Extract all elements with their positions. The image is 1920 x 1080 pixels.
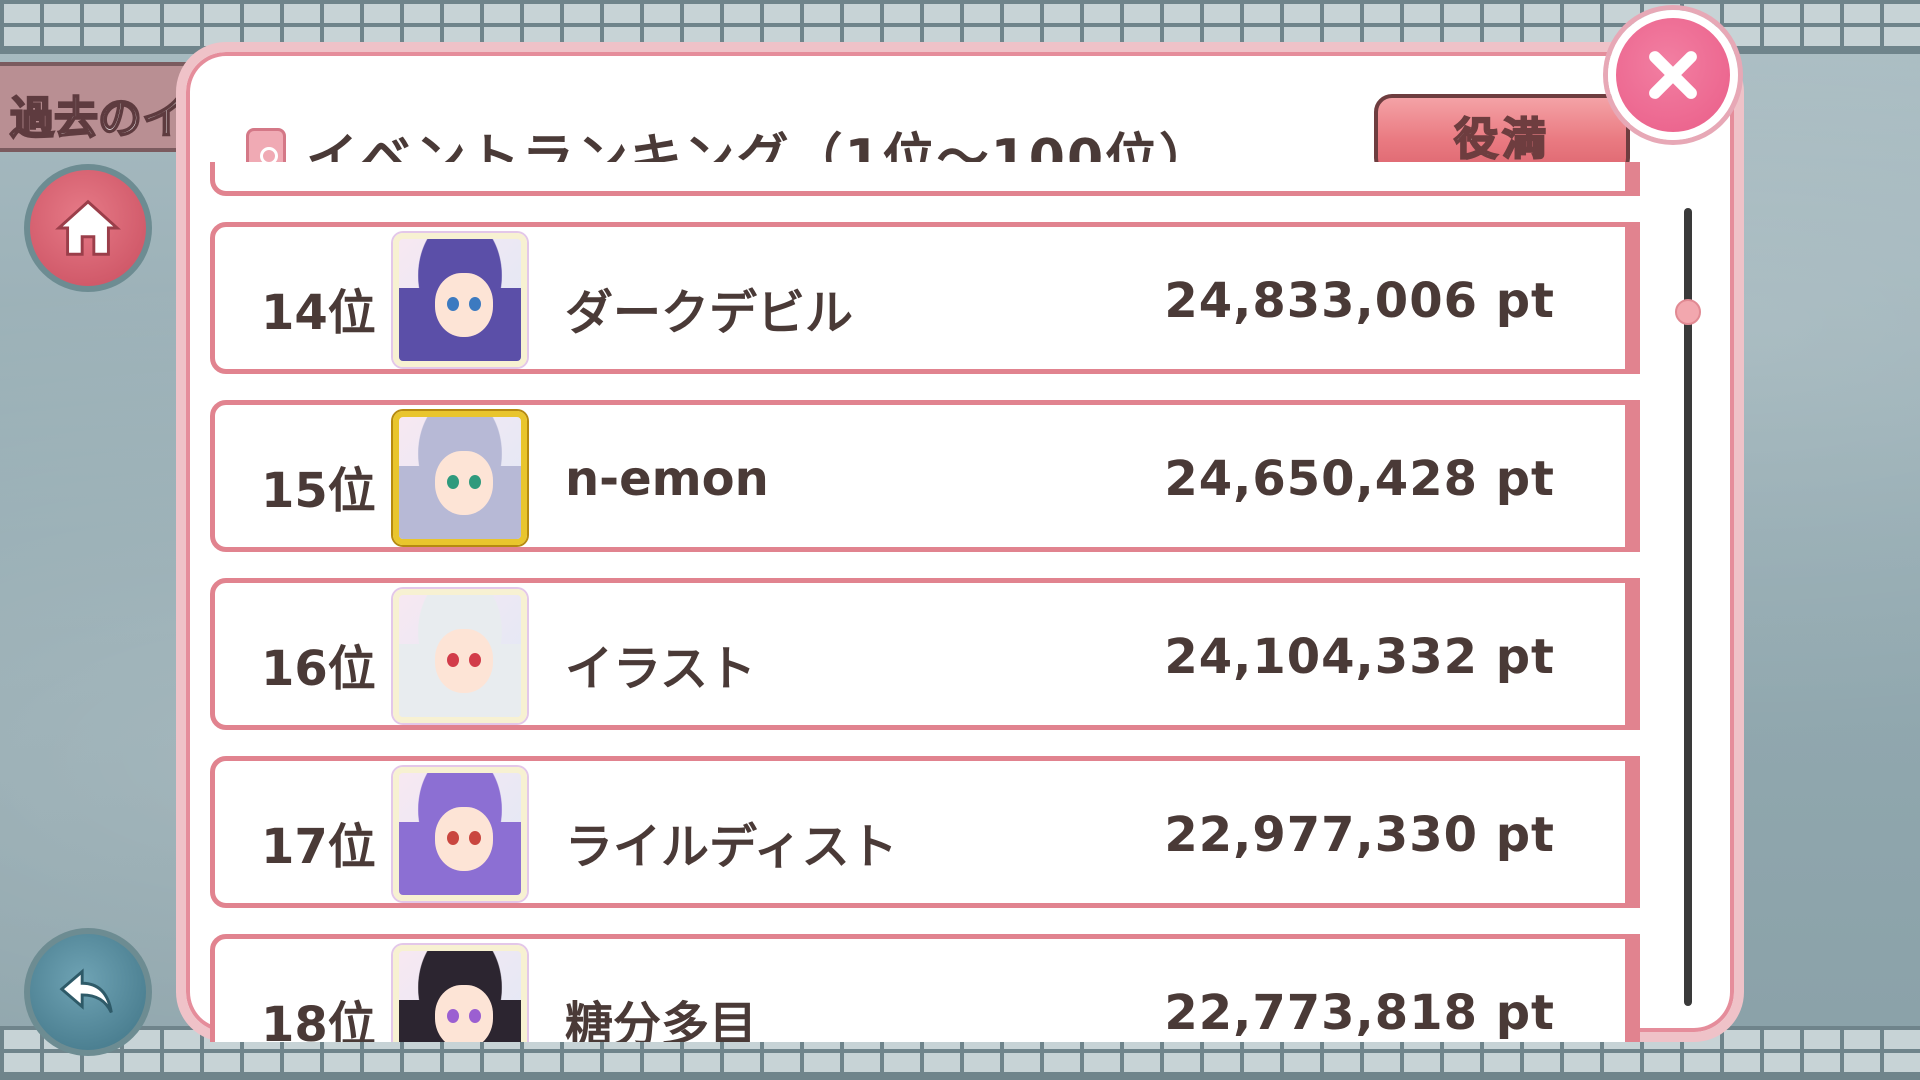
player-name: 糖分多目: [565, 997, 758, 1042]
player-score: 22,773,818 pt: [1164, 985, 1555, 1041]
table-row[interactable]: [210, 162, 1640, 196]
close-icon: [1649, 51, 1697, 99]
avatar: [393, 767, 527, 901]
close-button[interactable]: [1608, 10, 1738, 140]
home-button[interactable]: [24, 164, 152, 292]
scrollbar-thumb[interactable]: [1675, 298, 1701, 325]
table-row[interactable]: 18位 糖分多目 22,773,818 pt: [210, 934, 1640, 1042]
background-tab-label: 過去のイ: [9, 92, 187, 145]
avatar: [393, 411, 527, 545]
rank-label: 15位: [261, 463, 376, 519]
player-score: 22,977,330 pt: [1164, 807, 1555, 863]
player-score: 24,104,332 pt: [1164, 629, 1555, 685]
player-name: ダークデビル: [565, 285, 854, 341]
table-row[interactable]: 15位 n-emon 24,650,428 pt: [210, 400, 1640, 552]
table-row[interactable]: 14位 ダークデビル 24,833,006 pt: [210, 222, 1640, 374]
rank-label: 16位: [261, 641, 376, 697]
back-arrow-icon: [59, 968, 113, 1014]
player-name: イラスト: [565, 641, 757, 697]
modal-header: イベントランキング（1位〜100位） 役満: [246, 82, 1674, 191]
table-row[interactable]: 17位 ライルディスト 22,977,330 pt: [210, 756, 1640, 908]
player-name: n-emon: [565, 451, 769, 507]
ranking-modal: イベントランキング（1位〜100位） 役満 14位 ダークデビル 24,833,00…: [176, 42, 1744, 1042]
avatar: [393, 589, 527, 723]
avatar: [393, 945, 527, 1042]
player-score: 24,650,428 pt: [1164, 451, 1555, 507]
avatar: [393, 233, 527, 367]
category-button-label: 役満: [1453, 113, 1550, 166]
scrollbar-track[interactable]: [1675, 208, 1701, 1006]
rank-label: 18位: [261, 997, 376, 1042]
table-row[interactable]: 16位 イラスト 24,104,332 pt: [210, 578, 1640, 730]
player-name: ライルディスト: [565, 819, 898, 875]
rank-label: 17位: [261, 819, 376, 875]
ranking-list[interactable]: 14位 ダークデビル 24,833,006 pt 15位 n-emon 24,650,42…: [210, 162, 1640, 1042]
rank-label: 14位: [261, 285, 376, 341]
home-icon: [55, 199, 121, 256]
back-button[interactable]: [24, 928, 152, 1056]
player-score: 24,833,006 pt: [1164, 273, 1555, 329]
